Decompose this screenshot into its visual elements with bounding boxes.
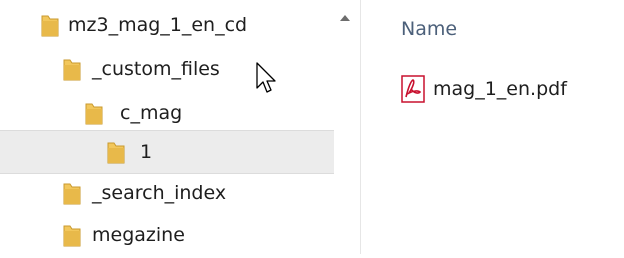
- tree-item-1[interactable]: 1: [0, 130, 334, 174]
- column-header-name[interactable]: Name: [401, 16, 457, 42]
- tree-item-label: mz3_mag_1_en_cd: [68, 14, 248, 36]
- navigation-pane: mz3_mag_1_en_cd _custom_files c_mag 1 _s…: [0, 0, 350, 254]
- tree-item-label: _custom_files: [92, 58, 220, 80]
- scroll-up-arrow-icon[interactable]: [340, 14, 350, 22]
- file-item[interactable]: mag_1_en.pdf: [401, 72, 616, 106]
- folder-icon: [107, 142, 125, 164]
- tree-item-label: _search_index: [92, 182, 227, 204]
- folder-icon: [85, 103, 103, 125]
- tree-item-label: megazine: [92, 224, 185, 246]
- tree-item-megazine[interactable]: megazine: [0, 214, 334, 258]
- mouse-cursor-icon: [256, 62, 276, 93]
- tree-item-custom-files[interactable]: _custom_files: [0, 48, 334, 92]
- file-list-pane: Name mag_1_en.pdf: [361, 0, 624, 254]
- pdf-icon: [401, 75, 425, 103]
- folder-icon: [63, 183, 81, 205]
- tree-item-search-index[interactable]: _search_index: [0, 172, 334, 216]
- folder-icon: [63, 59, 81, 81]
- tree-item-mz3-mag-1-en-cd[interactable]: mz3_mag_1_en_cd: [0, 4, 334, 48]
- folder-icon: [63, 225, 81, 247]
- folder-icon: [41, 15, 59, 37]
- file-name: mag_1_en.pdf: [433, 78, 567, 100]
- tree-item-label: 1: [140, 141, 153, 163]
- tree-item-label: c_mag: [120, 102, 183, 124]
